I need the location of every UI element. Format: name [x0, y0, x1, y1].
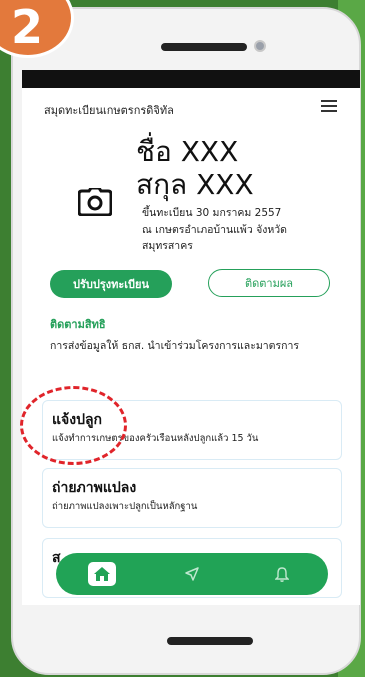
send-icon[interactable] — [162, 553, 222, 595]
step-number: 2 — [11, 0, 44, 54]
phone-speaker — [161, 43, 247, 51]
camera-icon[interactable] — [77, 186, 113, 220]
app-screen: สมุดทะเบียนเกษตรกรดิจิทัล ชื่อ XXX สกุล … — [22, 70, 360, 605]
plot-photo-card[interactable]: ถ่ายภาพแปลง ถ่ายภาพแปลงเพาะปลูกเป็นหลักฐ… — [42, 468, 342, 528]
bell-icon[interactable] — [252, 553, 312, 595]
phone-home-bar — [167, 637, 253, 645]
status-bar — [22, 70, 360, 88]
highlight-circle — [20, 386, 127, 465]
front-camera — [254, 40, 266, 52]
hamburger-icon[interactable] — [321, 100, 337, 112]
rights-description: การส่งข้อมูลให้ ธกส. นำเข้าร่วมโครงการแล… — [50, 340, 300, 352]
registration-location-2: สมุทรสาคร — [142, 240, 193, 252]
app-title: สมุดทะเบียนเกษตรกรดิจิทัล — [44, 104, 174, 117]
update-registration-button[interactable]: ปรับปรุงทะเบียน — [50, 270, 172, 298]
registration-date: ขึ้นทะเบียน 30 มกราคม 2557 — [142, 207, 282, 219]
profile-surname: สกุล XXX — [136, 168, 254, 201]
track-results-button[interactable]: ติดตามผล — [208, 269, 330, 297]
registration-location-1: ณ เกษตรอำเภอบ้านแพ้ว จังหวัด — [142, 224, 288, 236]
rights-title[interactable]: ติดตามสิทธิ — [50, 315, 106, 333]
profile-name: ชื่อ XXX — [136, 135, 239, 168]
card-subtitle: ถ่ายภาพแปลงเพาะปลูกเป็นหลักฐาน — [52, 501, 198, 512]
card-title: ถ่ายภาพแปลง — [52, 480, 137, 496]
bottom-nav — [56, 553, 328, 595]
home-icon[interactable] — [72, 553, 132, 595]
